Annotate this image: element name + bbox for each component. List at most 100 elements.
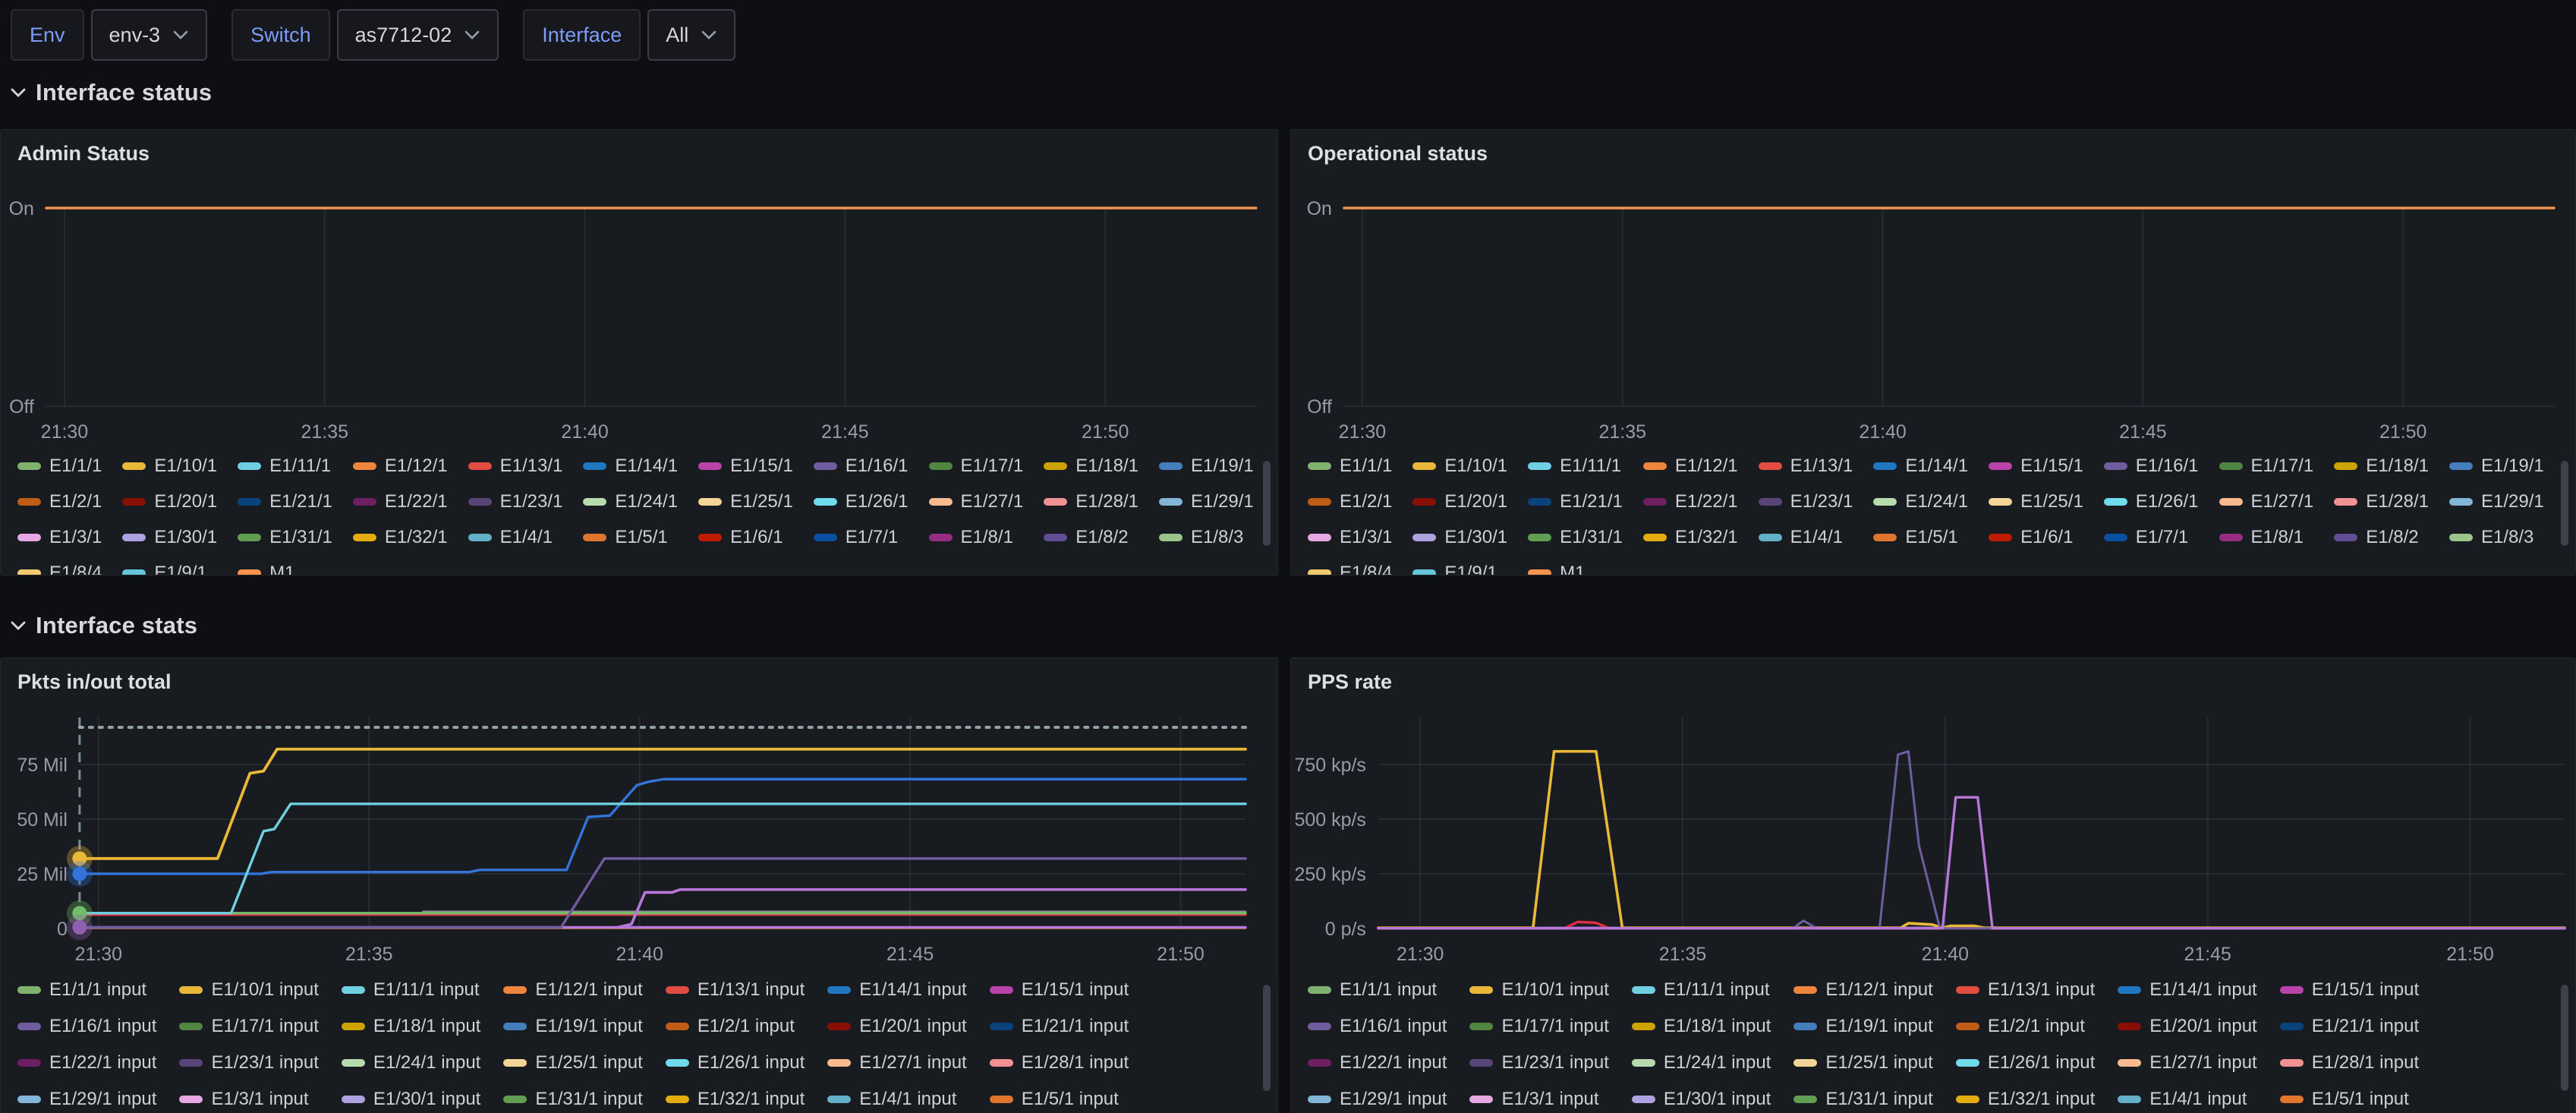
legend-item[interactable]: E1/32/1 input xyxy=(666,1088,805,1111)
legend-item[interactable]: E1/25/1 input xyxy=(503,1052,642,1074)
legend-item[interactable]: E1/23/1 xyxy=(468,490,563,513)
legend-item[interactable]: E1/27/1 input xyxy=(2118,1052,2256,1074)
legend-item[interactable]: E1/8/3 xyxy=(2449,526,2544,549)
legend-item[interactable]: E1/14/1 input xyxy=(827,979,966,1001)
legend-item[interactable]: E1/21/1 xyxy=(238,490,332,513)
legend-item[interactable]: E1/23/1 input xyxy=(1469,1052,1608,1074)
legend-item[interactable]: E1/29/1 input xyxy=(1308,1088,1447,1111)
legend-item[interactable]: E1/19/1 input xyxy=(1793,1015,1932,1038)
legend-item[interactable]: E1/18/1 xyxy=(1044,455,1138,478)
legend-item[interactable]: E1/19/1 xyxy=(2449,455,2544,478)
legend-item[interactable]: E1/8/2 xyxy=(1044,526,1138,549)
legend-item[interactable]: E1/3/1 input xyxy=(1469,1088,1608,1111)
legend-item[interactable]: E1/32/1 xyxy=(353,526,448,549)
legend-item[interactable]: E1/20/1 xyxy=(1412,490,1507,513)
legend-item[interactable]: E1/31/1 input xyxy=(1793,1088,1932,1111)
legend-item[interactable]: E1/12/1 input xyxy=(503,979,642,1001)
legend-item[interactable]: E1/4/1 xyxy=(1759,526,1853,549)
legend-item[interactable]: E1/7/1 xyxy=(814,526,909,549)
legend-item[interactable]: E1/8/1 xyxy=(2219,526,2314,549)
variable-value-switch-dropdown[interactable]: as7712-02 xyxy=(337,9,499,61)
legend-item[interactable]: E1/26/1 input xyxy=(666,1052,805,1074)
legend-item[interactable]: E1/16/1 input xyxy=(17,1015,156,1038)
legend-item[interactable]: E1/15/1 xyxy=(698,455,793,478)
legend-item[interactable]: M1 xyxy=(238,562,332,575)
legend-item[interactable]: E1/8/1 xyxy=(929,526,1024,549)
legend-item[interactable]: E1/19/1 xyxy=(1159,455,1254,478)
legend-item[interactable]: E1/30/1 input xyxy=(342,1088,480,1111)
legend-item[interactable]: E1/11/1 xyxy=(1528,455,1623,478)
legend-item[interactable]: E1/23/1 input xyxy=(179,1052,318,1074)
variable-value-env-dropdown[interactable]: env-3 xyxy=(91,9,208,61)
operational-status-chart[interactable]: OnOff21:3021:3521:4021:4521:50 xyxy=(1291,130,2575,456)
legend-item[interactable]: E1/11/1 xyxy=(238,455,332,478)
legend-item[interactable]: E1/23/1 xyxy=(1759,490,1853,513)
legend-item[interactable]: E1/10/1 input xyxy=(179,979,318,1001)
legend-item[interactable]: E1/24/1 input xyxy=(342,1052,480,1074)
legend-item[interactable]: E1/22/1 input xyxy=(17,1052,156,1074)
legend-item[interactable]: E1/27/1 xyxy=(929,490,1024,513)
legend-item[interactable]: E1/24/1 xyxy=(583,490,678,513)
legend-item[interactable]: E1/31/1 input xyxy=(503,1088,642,1111)
legend-item[interactable]: E1/5/1 xyxy=(583,526,678,549)
legend-item[interactable]: E1/22/1 xyxy=(1643,490,1738,513)
legend-item[interactable]: E1/10/1 input xyxy=(1469,979,1608,1001)
pps-rate-chart[interactable]: 0 p/s250 kp/s500 kp/s750 kp/s21:3021:352… xyxy=(1291,658,2575,973)
legend-item[interactable]: E1/28/1 xyxy=(2334,490,2429,513)
legend-item[interactable]: E1/9/1 xyxy=(122,562,217,575)
legend-item[interactable]: E1/4/1 input xyxy=(2118,1088,2256,1111)
legend-item[interactable]: E1/15/1 xyxy=(1989,455,2083,478)
legend-item[interactable]: E1/1/1 input xyxy=(17,979,156,1001)
legend-scrollbar[interactable] xyxy=(2561,985,2568,1091)
legend-item[interactable]: E1/31/1 xyxy=(1528,526,1623,549)
legend-item[interactable]: E1/22/1 input xyxy=(1308,1052,1447,1074)
legend-item[interactable]: E1/13/1 xyxy=(1759,455,1853,478)
legend-item[interactable]: M1 xyxy=(1528,562,1623,575)
legend-item[interactable]: E1/8/2 xyxy=(2334,526,2429,549)
panel-title[interactable]: Operational status xyxy=(1308,142,1488,166)
legend-item[interactable]: E1/5/1 input xyxy=(2280,1088,2419,1111)
legend-item[interactable]: E1/28/1 input xyxy=(2280,1052,2419,1074)
legend-item[interactable]: E1/17/1 input xyxy=(179,1015,318,1038)
legend-item[interactable]: E1/5/1 input xyxy=(990,1088,1129,1111)
legend-item[interactable]: E1/12/1 input xyxy=(1793,979,1932,1001)
legend-item[interactable]: E1/12/1 xyxy=(353,455,448,478)
panel-title[interactable]: PPS rate xyxy=(1308,670,1392,694)
legend-item[interactable]: E1/21/1 input xyxy=(990,1015,1129,1038)
legend-item[interactable]: E1/31/1 xyxy=(238,526,332,549)
legend-scrollbar[interactable] xyxy=(1263,461,1271,546)
panel-title[interactable]: Pkts in/out total xyxy=(17,670,172,694)
legend-item[interactable]: E1/22/1 xyxy=(353,490,448,513)
legend-item[interactable]: E1/24/1 xyxy=(1873,490,1968,513)
legend-item[interactable]: E1/12/1 xyxy=(1643,455,1738,478)
legend-item[interactable]: E1/26/1 xyxy=(2104,490,2199,513)
legend-item[interactable]: E1/3/1 input xyxy=(179,1088,318,1111)
section-header-interface-stats[interactable]: Interface stats xyxy=(9,612,197,639)
legend-item[interactable]: E1/2/1 xyxy=(17,490,102,513)
legend-item[interactable]: E1/27/1 xyxy=(2219,490,2314,513)
legend-item[interactable]: E1/21/1 input xyxy=(2280,1015,2419,1038)
legend-item[interactable]: E1/18/1 xyxy=(2334,455,2429,478)
legend-item[interactable]: E1/20/1 input xyxy=(2118,1015,2256,1038)
legend-item[interactable]: E1/2/1 input xyxy=(666,1015,805,1038)
legend-item[interactable]: E1/25/1 input xyxy=(1793,1052,1932,1074)
variable-value-interface-dropdown[interactable]: All xyxy=(647,9,735,61)
legend-item[interactable]: E1/14/1 input xyxy=(2118,979,2256,1001)
legend-item[interactable]: E1/16/1 input xyxy=(1308,1015,1447,1038)
legend-item[interactable]: E1/15/1 input xyxy=(2280,979,2419,1001)
legend-item[interactable]: E1/28/1 xyxy=(1044,490,1138,513)
pkts-in-out-chart[interactable]: 025 Mil50 Mil75 Mil21:3021:3521:4021:452… xyxy=(1,658,1277,973)
legend-item[interactable]: E1/16/1 xyxy=(814,455,909,478)
legend-item[interactable]: E1/25/1 xyxy=(698,490,793,513)
legend-item[interactable]: E1/2/1 xyxy=(1308,490,1392,513)
legend-item[interactable]: E1/3/1 xyxy=(17,526,102,549)
legend-item[interactable]: E1/8/4 xyxy=(1308,562,1392,575)
legend-item[interactable]: E1/6/1 xyxy=(698,526,793,549)
legend-item[interactable]: E1/8/3 xyxy=(1159,526,1254,549)
legend-item[interactable]: E1/29/1 xyxy=(1159,490,1254,513)
legend-item[interactable]: E1/4/1 input xyxy=(827,1088,966,1111)
legend-item[interactable]: E1/7/1 xyxy=(2104,526,2199,549)
legend-item[interactable]: E1/21/1 xyxy=(1528,490,1623,513)
legend-item[interactable]: E1/32/1 xyxy=(1643,526,1738,549)
legend-item[interactable]: E1/17/1 xyxy=(929,455,1024,478)
